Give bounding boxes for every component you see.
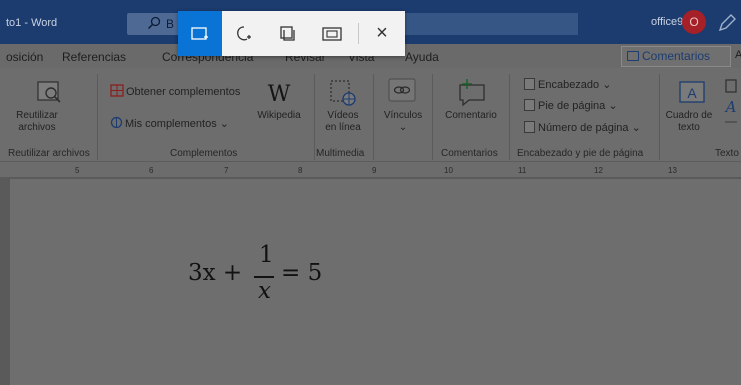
link-icon: [388, 78, 416, 102]
close-icon: ×: [376, 22, 388, 44]
rectangular-snip-icon: [191, 26, 208, 40]
title-bar-background: [400, 13, 578, 35]
reuse-files-icon: [37, 81, 61, 103]
user-name[interactable]: office9: [651, 16, 683, 28]
addins-icon: [110, 116, 123, 129]
group-separator: [432, 74, 433, 160]
group-separator: [509, 74, 510, 160]
wikipedia-label: Wikipedia: [257, 110, 301, 121]
freeform-snip-icon: [237, 25, 251, 40]
footer-button[interactable]: Pie de página ⌄: [524, 99, 618, 112]
chevron-down-icon: ⌄: [602, 79, 612, 91]
svg-text:A: A: [724, 98, 737, 116]
ruler-tick: 12: [594, 166, 603, 175]
wikipedia-icon: W: [268, 82, 291, 106]
tab-ayuda[interactable]: Ayuda: [405, 50, 439, 64]
page-number-icon: [524, 121, 535, 133]
svg-text:W: W: [268, 82, 291, 106]
ruler-tick: 5: [75, 166, 80, 175]
equation-numerator: 1: [259, 242, 274, 268]
group-separator: [659, 74, 660, 160]
freeform-snip-button[interactable]: [222, 11, 266, 56]
window-snip-button[interactable]: [266, 11, 310, 56]
get-addins-label: Obtener complementos: [126, 86, 241, 98]
ruler-tick: 8: [298, 166, 303, 175]
store-icon: [110, 84, 124, 97]
get-addins-button[interactable]: Obtener complementos: [110, 84, 240, 98]
equation-denominator: x: [258, 278, 271, 304]
links-label: Vínculos: [383, 110, 423, 121]
svg-text:A: A: [687, 85, 697, 101]
footer-label: Pie de página: [538, 100, 606, 112]
group-separator: [373, 74, 374, 160]
textbox-label-2: texto: [678, 122, 700, 133]
my-addins-label: Mis complementos: [125, 118, 217, 130]
ruler-tick: 9: [372, 166, 377, 175]
comments-button-label: Comentarios: [642, 49, 711, 63]
online-video-icon: [330, 80, 356, 106]
online-video-label-2: en línea: [325, 122, 361, 133]
chevron-down-icon: ⌄: [398, 122, 408, 133]
chat-icon: [627, 51, 639, 61]
group-header-footer: Encabezado y pie de página: [517, 148, 644, 159]
fullscreen-snip-icon: [322, 26, 342, 41]
ruler-tick: 10: [444, 166, 453, 175]
toolbar-divider: [358, 23, 359, 44]
close-button[interactable]: ×: [360, 11, 404, 56]
textbox-label-1: Cuadro de: [665, 110, 713, 121]
group-comments: Comentarios: [441, 148, 498, 159]
chevron-down-icon: ⌄: [631, 122, 641, 134]
chevron-down-icon: ⌄: [608, 100, 618, 112]
comments-button[interactable]: Comentarios: [621, 46, 731, 67]
ruler-tick: 7: [224, 166, 229, 175]
tab-disposicion[interactable]: osición: [6, 50, 43, 64]
group-multimedia: Multimedia: [316, 148, 365, 159]
equation-right: = 5: [281, 260, 323, 286]
fullscreen-snip-button[interactable]: [310, 11, 354, 56]
ruler-tick: 13: [668, 166, 677, 175]
ruler-tick: 11: [518, 166, 527, 175]
group-addins: Complementos: [170, 148, 238, 159]
reuse-files-label-2: archivos: [18, 122, 56, 133]
page-number-label: Número de página: [538, 122, 629, 134]
header-icon: [524, 78, 535, 90]
footer-icon: [524, 99, 535, 111]
tab-referencias[interactable]: Referencias: [62, 50, 126, 64]
my-addins-button[interactable]: Mis complementos ⌄: [110, 116, 229, 130]
reuse-files-label-1: Reutilizar: [16, 110, 58, 121]
equation-left: 3x +: [188, 260, 243, 286]
ribbon: Reutilizar archivos Reutilizar archivos …: [0, 68, 741, 162]
tab-overflow[interactable]: A: [735, 49, 741, 61]
new-comment-label: Comentario: [445, 110, 497, 121]
online-video-label-1: Vídeos: [327, 110, 359, 121]
document-page[interactable]: 3x + 1 x = 5: [10, 179, 741, 385]
avatar[interactable]: O: [682, 10, 706, 34]
text-tools-icon[interactable]: A: [724, 78, 738, 128]
document-title: to1 - Word: [6, 17, 58, 29]
textbox-icon: A: [679, 81, 705, 103]
group-reuse-files: Reutilizar archivos: [8, 148, 90, 159]
new-comment-icon: [459, 79, 485, 107]
ruler-tick: 6: [149, 166, 154, 175]
header-button[interactable]: Encabezado ⌄: [524, 78, 611, 91]
search-icon: [147, 16, 161, 30]
snip-toolbar: ×: [178, 11, 405, 56]
horizontal-ruler[interactable]: 5 6 7 8 9 10 11 12 13: [0, 162, 741, 178]
search-text: B: [166, 17, 175, 31]
rectangular-snip-button[interactable]: [178, 11, 222, 56]
group-separator: [97, 74, 98, 160]
chevron-down-icon: ⌄: [219, 118, 229, 130]
window-snip-icon: [280, 25, 295, 41]
page-number-button[interactable]: Número de página ⌄: [524, 121, 641, 134]
pen-icon[interactable]: [716, 12, 738, 34]
header-label: Encabezado: [538, 79, 600, 91]
group-separator: [314, 74, 315, 160]
group-text: Texto: [715, 148, 739, 159]
